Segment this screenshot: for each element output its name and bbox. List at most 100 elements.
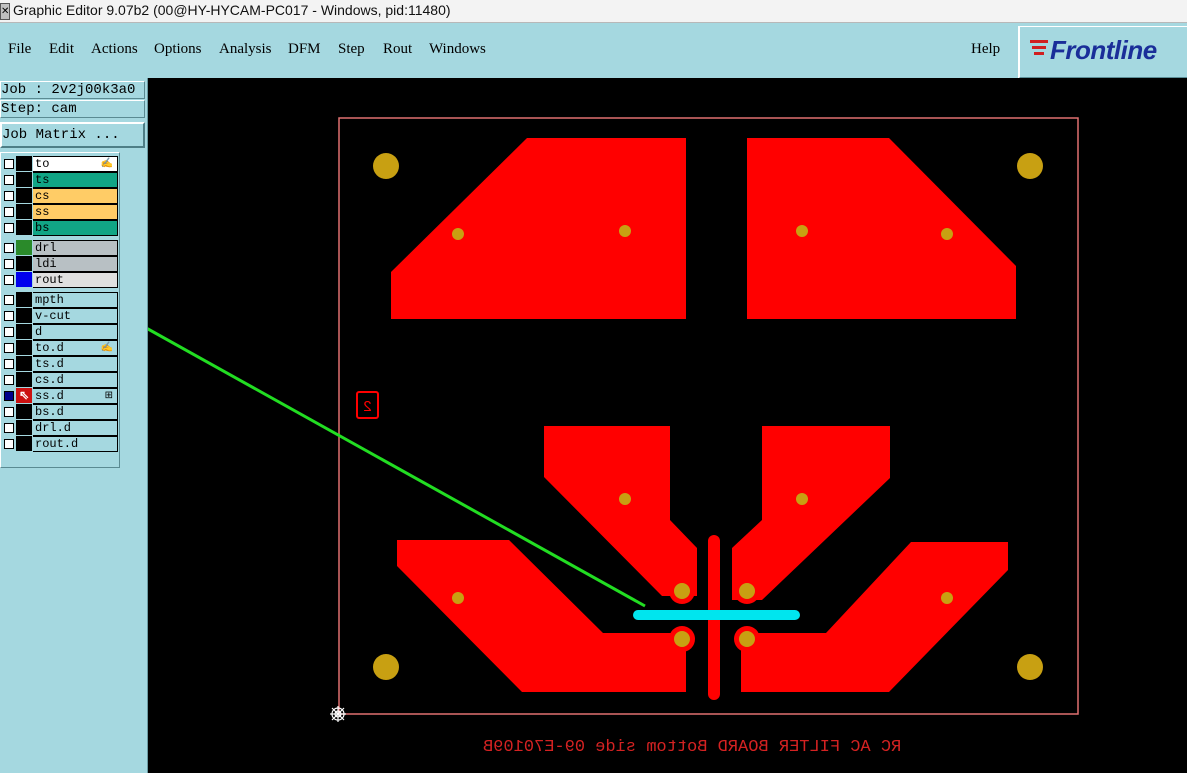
layer-row-to[interactable]: to ✍ — [1, 156, 118, 172]
layer-checkbox[interactable] — [4, 223, 14, 233]
layer-name[interactable]: mpth — [33, 292, 118, 308]
via-pad — [619, 225, 631, 237]
menu-windows[interactable]: Windows — [429, 41, 486, 58]
mounting-pad — [1017, 153, 1043, 179]
layer-name[interactable]: rout.d — [33, 436, 118, 452]
origin-crosshair-icon — [330, 706, 346, 722]
via-pad — [674, 631, 690, 647]
layer-color-swatch[interactable] — [16, 324, 32, 339]
job-matrix-button[interactable]: Job Matrix ... — [0, 122, 145, 148]
layer-row-bs-d[interactable]: bs.d — [1, 404, 118, 420]
layer-color-swatch[interactable] — [16, 156, 32, 171]
layer-list: to ✍ ts cs ss bs drl ldi rout mpth v-cut d to.d ✍ ts.d… — [0, 152, 120, 468]
layer-color-swatch[interactable] — [16, 356, 32, 371]
layer-row-ts[interactable]: ts — [1, 172, 118, 188]
mounting-pad — [373, 654, 399, 680]
layer-row-d[interactable]: d — [1, 324, 118, 340]
job-label: Job : 2v2j00k3a0 — [0, 81, 145, 99]
layer-checkbox[interactable] — [4, 243, 14, 253]
layer-color-swatch[interactable] — [16, 308, 32, 323]
layer-row-cs-d[interactable]: cs.d — [1, 372, 118, 388]
layer-row-rout[interactable]: rout — [1, 272, 118, 288]
layer-name[interactable]: drl.d — [33, 420, 118, 436]
layer-color-swatch[interactable] — [16, 204, 32, 219]
layer-color-swatch[interactable] — [16, 372, 32, 387]
via-pad — [796, 493, 808, 505]
menu-help[interactable]: Help — [971, 41, 1000, 58]
graphic-canvas[interactable]: 2 — [148, 78, 1187, 773]
layer-checkbox[interactable] — [4, 259, 14, 269]
layer-name[interactable]: drl — [33, 240, 118, 256]
layer-color-swatch[interactable] — [16, 256, 32, 271]
layer-color-swatch[interactable] — [16, 172, 32, 187]
layer-name[interactable]: bs.d — [33, 404, 118, 420]
layer-row-v-cut[interactable]: v-cut — [1, 308, 118, 324]
layer-name[interactable]: cs.d — [33, 372, 118, 388]
layer-name[interactable]: ldi — [33, 256, 118, 272]
layer-checkbox[interactable] — [4, 407, 14, 417]
layer-name[interactable]: d — [33, 324, 118, 340]
active-layer-arrow-icon[interactable]: ⇖ — [16, 388, 32, 403]
layer-color-swatch[interactable] — [16, 436, 32, 451]
menu-rout[interactable]: Rout — [383, 41, 412, 58]
layer-color-swatch[interactable] — [16, 240, 32, 255]
layer-color-swatch[interactable] — [16, 220, 32, 235]
layer-row-mpth[interactable]: mpth — [1, 292, 118, 308]
layer-name[interactable]: v-cut — [33, 308, 118, 324]
layer-checkbox[interactable] — [4, 191, 14, 201]
layer-row-ss[interactable]: ss — [1, 204, 118, 220]
via-pad — [674, 583, 690, 599]
layer-color-swatch[interactable] — [16, 340, 32, 355]
layer-name[interactable]: ts — [33, 172, 118, 188]
layer-color-swatch[interactable] — [16, 404, 32, 419]
layer-row-drl-d[interactable]: drl.d — [1, 420, 118, 436]
layer-color-swatch[interactable] — [16, 292, 32, 307]
layer-row-ss-d[interactable]: ⇖ ss.d ⊞ — [1, 388, 118, 404]
layer-checkbox[interactable] — [4, 327, 14, 337]
title-bar: ✕ Graphic Editor 9.07b2 (00@HY-HYCAM-PC0… — [0, 0, 1187, 23]
layer-checkbox[interactable] — [4, 439, 14, 449]
layer-checkbox[interactable] — [4, 375, 14, 385]
layer-name[interactable]: cs — [33, 188, 118, 204]
menu-actions[interactable]: Actions — [91, 41, 138, 58]
layer-name[interactable]: ss — [33, 204, 118, 220]
menu-edit[interactable]: Edit — [49, 41, 74, 58]
layer-checkbox[interactable] — [4, 311, 14, 321]
menu-dfm[interactable]: DFM — [288, 41, 321, 58]
layer-name[interactable]: ts.d — [33, 356, 118, 372]
marker-label: 2 — [363, 399, 372, 416]
menu-options[interactable]: Options — [154, 41, 202, 58]
layer-color-swatch[interactable] — [16, 272, 32, 287]
layer-row-ts-d[interactable]: ts.d — [1, 356, 118, 372]
layer-row-drl[interactable]: drl — [1, 240, 118, 256]
layer-row-cs[interactable]: cs — [1, 188, 118, 204]
menu-file[interactable]: File — [8, 41, 31, 58]
layer-color-swatch[interactable] — [16, 188, 32, 203]
layer-checkbox[interactable] — [4, 391, 14, 401]
layer-edit-icon: ✍ — [100, 342, 113, 353]
frontline-logo: Frontline — [1018, 26, 1187, 79]
layer-row-rout-d[interactable]: rout.d — [1, 436, 118, 452]
layer-row-to-d[interactable]: to.d ✍ — [1, 340, 118, 356]
window-title: Graphic Editor 9.07b2 (00@HY-HYCAM-PC017… — [13, 2, 451, 18]
layer-row-ldi[interactable]: ldi — [1, 256, 118, 272]
board-bottom-text: RC AC FILTER BOARD Bottom side 09-E70109… — [483, 738, 902, 757]
layer-name[interactable]: bs — [33, 220, 118, 236]
layer-color-swatch[interactable] — [16, 420, 32, 435]
layer-checkbox[interactable] — [4, 207, 14, 217]
menu-step[interactable]: Step — [338, 41, 365, 58]
layer-checkbox[interactable] — [4, 275, 14, 285]
layer-checkbox[interactable] — [4, 175, 14, 185]
layer-checkbox[interactable] — [4, 159, 14, 169]
layer-checkbox[interactable] — [4, 295, 14, 305]
layer-checkbox[interactable] — [4, 343, 14, 353]
layer-checkbox[interactable] — [4, 359, 14, 369]
layer-name[interactable]: rout — [33, 272, 118, 288]
layer-checkbox[interactable] — [4, 423, 14, 433]
via-pad — [739, 583, 755, 599]
layer-grid-icon: ⊞ — [104, 390, 113, 401]
via-pad — [452, 228, 464, 240]
step-label: Step: cam — [0, 100, 145, 118]
menu-analysis[interactable]: Analysis — [219, 41, 272, 58]
layer-row-bs[interactable]: bs — [1, 220, 118, 236]
